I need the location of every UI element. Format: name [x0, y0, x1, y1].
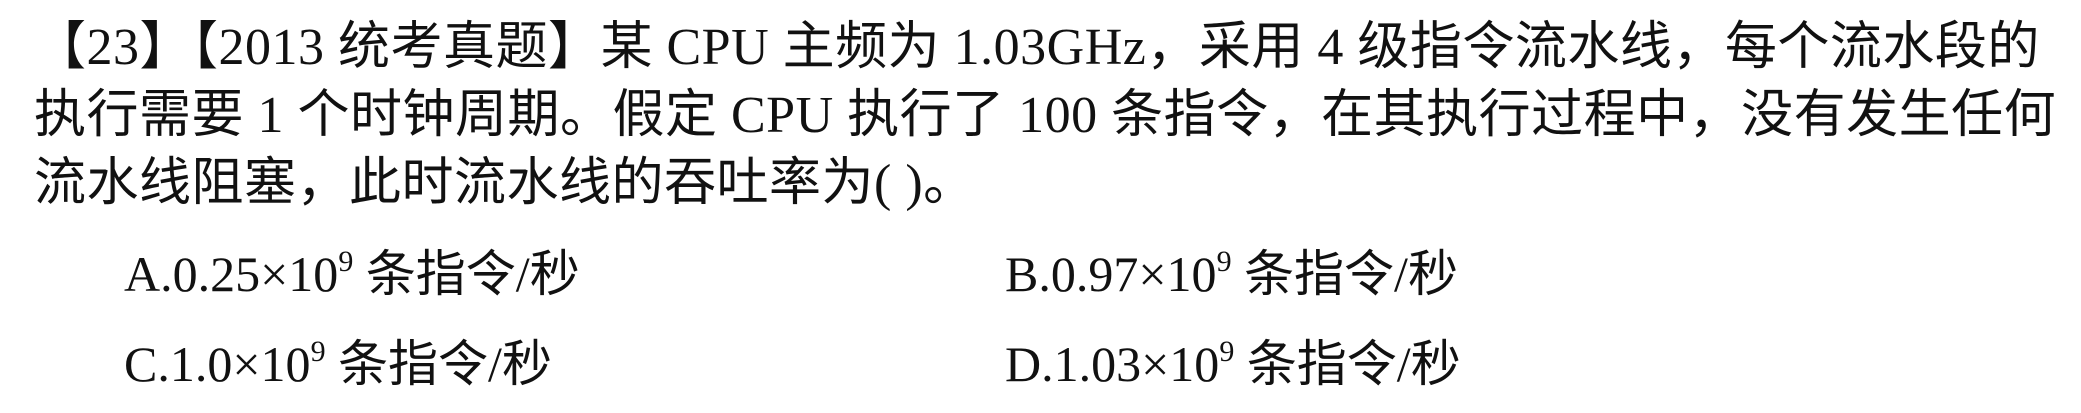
option-d: D.1.03×109 条指令/秒	[1005, 334, 1461, 402]
question-text: 【23】【2013 统考真题】某 CPU 主频为 1.03GHz，采用 4 级指…	[34, 19, 2057, 212]
question-stem: 【23】【2013 统考真题】某 CPU 主频为 1.03GHz，采用 4 级指…	[34, 14, 2064, 218]
option-b-suffix: 条指令/秒	[1231, 246, 1458, 302]
answer-options: A.0.25×109 条指令/秒 B.0.97×109 条指令/秒 C.1.0×…	[0, 236, 2081, 406]
option-c: C.1.0×109 条指令/秒	[124, 334, 552, 402]
option-d-exponent: 9	[1219, 335, 1235, 368]
option-d-prefix: D.1.03×10	[1005, 336, 1220, 392]
option-b-exponent: 9	[1216, 245, 1232, 278]
option-c-prefix: C.1.0×10	[124, 336, 311, 392]
option-c-suffix: 条指令/秒	[325, 336, 552, 392]
option-d-suffix: 条指令/秒	[1234, 336, 1461, 392]
option-b-prefix: B.0.97×10	[1005, 246, 1217, 302]
option-b: B.0.97×109 条指令/秒	[1005, 244, 1458, 312]
option-c-exponent: 9	[310, 335, 326, 368]
option-a: A.0.25×109 条指令/秒	[124, 244, 580, 312]
option-a-suffix: 条指令/秒	[353, 246, 580, 302]
option-a-exponent: 9	[338, 245, 354, 278]
option-a-prefix: A.0.25×10	[124, 246, 339, 302]
